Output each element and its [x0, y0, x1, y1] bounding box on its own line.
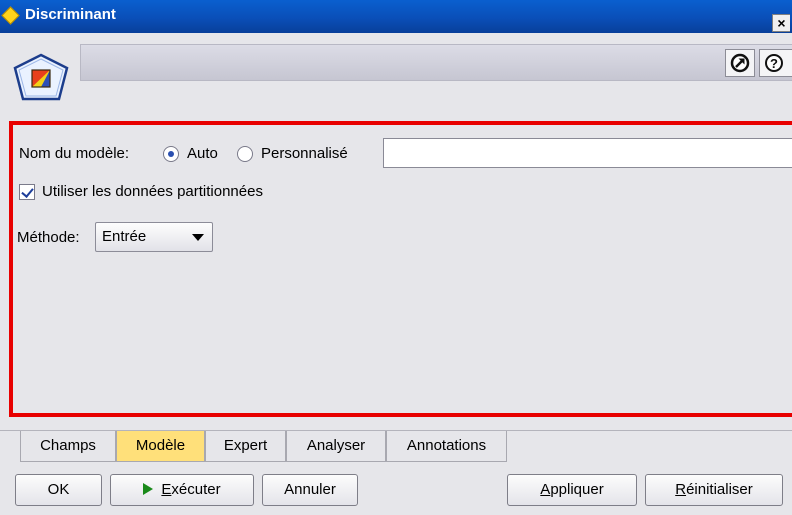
ok-button[interactable]: OK	[15, 474, 102, 506]
launch-icon	[730, 53, 750, 73]
apply-label: ppliquer	[550, 481, 604, 498]
play-icon	[143, 483, 154, 495]
highlight-frame	[9, 121, 792, 417]
execute-button[interactable]: Exécuter	[110, 474, 254, 506]
execute-label: xécuter	[171, 481, 221, 498]
close-button[interactable]: ×	[772, 14, 790, 32]
title-bar[interactable]: Discriminant ×	[0, 0, 792, 33]
reset-label: éinitialiser	[686, 481, 753, 498]
help-glyph: ?	[770, 56, 778, 71]
node-name-banner	[80, 44, 792, 81]
app-diamond-icon	[1, 6, 20, 25]
window-title: Discriminant	[25, 6, 116, 23]
tab-annotations[interactable]: Annotations	[386, 431, 507, 462]
discriminant-node-icon	[13, 53, 69, 101]
help-icon: ?	[765, 54, 783, 72]
tab-expert[interactable]: Expert	[205, 431, 286, 462]
execute-mnemonic: E	[161, 481, 172, 498]
tab-modele[interactable]: Modèle	[116, 431, 205, 462]
cancel-button[interactable]: Annuler	[262, 474, 358, 506]
tab-champs[interactable]: Champs	[20, 431, 116, 462]
reset-mnemonic: R	[675, 481, 687, 498]
apply-button[interactable]: Appliquer	[507, 474, 637, 506]
tab-analyser[interactable]: Analyser	[286, 431, 386, 462]
apply-mnemonic: A	[540, 481, 551, 498]
reset-button[interactable]: Réinitialiser	[645, 474, 783, 506]
goto-model-button[interactable]	[725, 49, 755, 77]
help-button[interactable]: ?	[759, 49, 792, 77]
